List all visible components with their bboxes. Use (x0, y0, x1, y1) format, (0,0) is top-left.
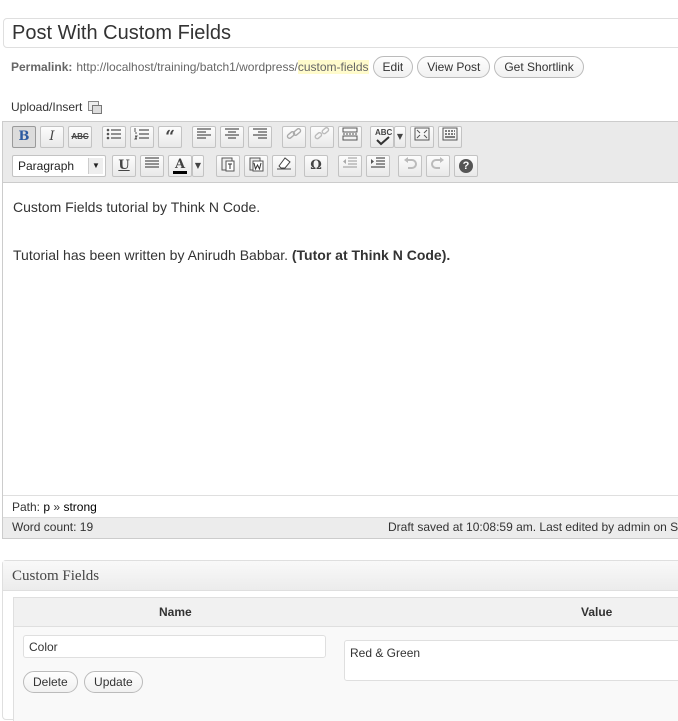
align-right-button[interactable] (248, 126, 272, 148)
name-column-header: Name (159, 605, 192, 619)
blockquote-button[interactable]: “ (158, 126, 182, 148)
word-count: Word count: 19 (12, 520, 94, 534)
path-element-p[interactable]: p (43, 500, 50, 514)
upload-insert: Upload/Insert (11, 100, 103, 114)
draft-saved-status: Draft saved at 10:08:59 am. Last edited … (388, 520, 678, 534)
more-tag-icon (342, 127, 358, 141)
spellcheck-dropdown-button[interactable]: ▼ (394, 126, 406, 148)
justify-button[interactable] (140, 155, 164, 177)
outdent-button[interactable] (338, 155, 362, 177)
post-editor: B I ABC “ ABC ▼ Paragraph ▼ U A ▼ Ω ? Cu… (2, 121, 678, 539)
fullscreen-button[interactable] (410, 126, 434, 148)
view-post-button[interactable]: View Post (417, 56, 491, 78)
outdent-icon (343, 157, 357, 168)
redo-icon (431, 157, 444, 169)
clear-formatting-button[interactable] (272, 155, 296, 177)
undo-icon (404, 157, 417, 169)
align-left-button[interactable] (192, 126, 216, 148)
editor-status-bar: Word count: 19 Draft saved at 10:08:59 a… (3, 517, 678, 538)
editor-path-bar: Path: p » strong (3, 495, 678, 517)
eraser-icon (277, 157, 291, 170)
redo-button[interactable] (426, 155, 450, 177)
edit-permalink-button[interactable]: Edit (372, 56, 414, 78)
value-column-header: Value (581, 605, 613, 619)
numbered-list-icon (134, 128, 149, 140)
align-left-icon (197, 128, 211, 139)
permalink-base-url: http://localhost/training/batch1/wordpre… (76, 60, 298, 74)
permalink-label: Permalink: (11, 60, 73, 74)
delete-button[interactable]: Delete (23, 671, 78, 693)
text-color-label: A (174, 157, 186, 172)
bullet-list-button[interactable] (102, 126, 126, 148)
custom-field-value-textarea[interactable]: Red & Green (344, 640, 678, 681)
insert-link-button[interactable] (282, 126, 306, 148)
custom-fields-table-header: Name Value (13, 597, 678, 627)
content-paragraph-2: Tutorial has been written by Anirudh Bab… (13, 246, 673, 264)
path-label: Path: (12, 500, 41, 514)
update-button[interactable]: Update (84, 671, 143, 693)
custom-field-key-input[interactable] (23, 635, 326, 658)
paste-word-icon (249, 157, 264, 172)
format-select-value: Paragraph (18, 159, 75, 173)
format-select[interactable]: Paragraph ▼ (12, 155, 106, 177)
permalink-row: Permalink: http://localhost/training/bat… (11, 56, 584, 78)
italic-button[interactable]: I (40, 126, 64, 148)
align-center-button[interactable] (220, 126, 244, 148)
path-element-strong[interactable]: strong (63, 500, 96, 514)
content-strong-text: (Tutor at Think N Code). (291, 247, 451, 263)
kitchen-sink-icon (442, 127, 458, 141)
chevron-down-icon: ▼ (88, 158, 103, 174)
help-button[interactable]: ? (454, 155, 478, 177)
get-shortlink-button[interactable]: Get Shortlink (494, 56, 584, 78)
unlink-button[interactable] (310, 126, 334, 148)
align-right-icon (253, 128, 267, 139)
chevron-down-icon: ▼ (396, 132, 404, 141)
special-character-button[interactable]: Ω (304, 155, 328, 177)
kitchen-sink-button[interactable] (438, 126, 462, 148)
text-color-button[interactable]: A (168, 155, 192, 177)
insert-more-tag-button[interactable] (338, 126, 362, 148)
align-justify-icon (145, 157, 159, 168)
paste-as-text-button[interactable] (216, 155, 240, 177)
chevron-down-icon: ▼ (194, 161, 202, 170)
post-title-input[interactable] (3, 18, 678, 48)
custom-field-actions: Delete Update (23, 671, 146, 693)
strikethrough-button[interactable]: ABC (68, 126, 92, 148)
indent-button[interactable] (366, 155, 390, 177)
indent-icon (371, 157, 385, 168)
fullscreen-icon (414, 127, 430, 141)
paste-text-icon (221, 157, 235, 172)
link-icon (286, 128, 302, 139)
help-icon: ? (459, 159, 473, 173)
checkmark-icon (376, 136, 390, 146)
text-color-swatch (173, 171, 187, 174)
content-paragraph-1: Custom Fields tutorial by Think N Code. (13, 199, 261, 215)
bullet-list-icon (106, 128, 121, 140)
numbered-list-button[interactable] (130, 126, 154, 148)
text-color-dropdown-button[interactable]: ▼ (192, 155, 204, 177)
unlink-icon (314, 127, 330, 140)
permalink-slug[interactable]: custom-fields (297, 60, 369, 74)
add-media-icon[interactable] (88, 101, 103, 114)
underline-button[interactable]: U (112, 155, 136, 177)
custom-fields-title[interactable]: Custom Fields (3, 561, 678, 591)
bold-button[interactable]: B (12, 126, 36, 148)
editor-content[interactable]: Custom Fields tutorial by Think N Code. … (13, 198, 673, 294)
table-row: Red & Green Delete Update (13, 627, 678, 721)
custom-fields-box: Custom Fields Name Value Red & Green Del… (2, 560, 678, 721)
editor-toolbar: B I ABC “ ABC ▼ Paragraph ▼ U A ▼ Ω ? (3, 122, 678, 183)
path-separator: » (53, 500, 61, 514)
content-text: Tutorial has been written by Anirudh Bab… (13, 247, 292, 263)
upload-insert-label: Upload/Insert (11, 100, 83, 114)
align-center-icon (225, 128, 239, 139)
undo-button[interactable] (398, 155, 422, 177)
spellcheck-button[interactable]: ABC (370, 126, 394, 148)
paste-from-word-button[interactable] (244, 155, 268, 177)
